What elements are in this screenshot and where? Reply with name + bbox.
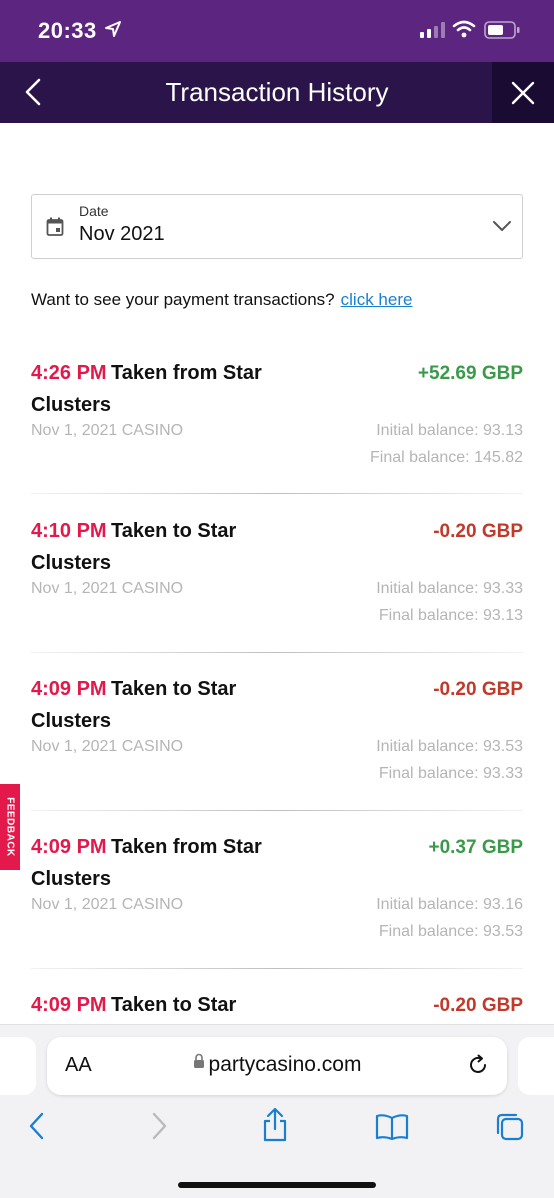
- transaction-amount: +52.69 GBP: [417, 363, 523, 384]
- initial-balance: Initial balance: 93.16: [376, 896, 523, 913]
- transaction-amount: -0.20 GBP: [433, 995, 523, 1016]
- transaction-item: 4:26 PM Taken from Star Clusters +52.69 …: [31, 358, 523, 516]
- transaction-amount: -0.20 GBP: [433, 679, 523, 700]
- initial-balance: Initial balance: 93.13: [376, 422, 523, 439]
- close-button[interactable]: [492, 62, 554, 123]
- previous-tab-preview[interactable]: [0, 1037, 36, 1095]
- transaction-meta: Nov 1, 2021 CASINO: [31, 422, 184, 439]
- battery-icon: [484, 21, 520, 44]
- date-label: Date: [79, 203, 109, 219]
- divider: [31, 493, 523, 494]
- transaction-amount: +0.37 GBP: [428, 837, 523, 858]
- payment-prompt-text: Want to see your payment transactions?: [31, 290, 335, 309]
- transaction-amount: -0.20 GBP: [433, 521, 523, 542]
- page-title: Transaction History: [165, 77, 389, 107]
- initial-balance: Initial balance: 93.53: [376, 738, 523, 755]
- transaction-time: 4:10 PM: [31, 520, 107, 542]
- transaction-time: 4:09 PM: [31, 836, 107, 858]
- transaction-item: 4:09 PM Taken to Star Clusters -0.20 GBP…: [31, 674, 523, 832]
- url-text: partycasino.com: [208, 1053, 362, 1076]
- transaction-time: 4:26 PM: [31, 362, 107, 384]
- cellular-signal-icon: [420, 22, 446, 43]
- divider: [31, 652, 523, 653]
- transaction-meta: Nov 1, 2021 CASINO: [31, 580, 184, 597]
- calendar-icon: [46, 217, 64, 242]
- home-indicator: [178, 1182, 376, 1188]
- location-arrow-icon: [104, 20, 122, 43]
- payment-transactions-link[interactable]: click here: [341, 290, 413, 309]
- date-filter-select[interactable]: Date Nov 2021: [31, 194, 523, 259]
- payment-prompt: Want to see your payment transactions? cl…: [31, 290, 412, 310]
- reload-icon[interactable]: [467, 1054, 489, 1081]
- tabs-icon[interactable]: [494, 1111, 526, 1148]
- lock-icon: [193, 1051, 205, 1075]
- divider: [31, 968, 523, 969]
- final-balance: Final balance: 145.82: [370, 449, 523, 466]
- transaction-time: 4:09 PM: [31, 994, 107, 1016]
- feedback-label: FEEDBACK: [4, 797, 16, 857]
- date-value: Nov 2021: [79, 223, 165, 245]
- status-bar: 20:33: [0, 0, 554, 62]
- app-header: Transaction History: [0, 62, 554, 123]
- divider: [31, 810, 523, 811]
- wifi-icon: [452, 20, 476, 43]
- close-icon: [511, 81, 535, 105]
- feedback-tab[interactable]: FEEDBACK: [0, 784, 20, 870]
- transaction-description: Taken to Star: [111, 994, 237, 1016]
- forward-icon[interactable]: [146, 1111, 170, 1146]
- browser-toolbar: AA partycasino.com: [0, 1024, 554, 1198]
- bookmarks-icon[interactable]: [374, 1113, 410, 1146]
- final-balance: Final balance: 93.33: [378, 765, 523, 782]
- final-balance: Final balance: 93.53: [378, 923, 523, 940]
- transaction-item: 4:09 PM Taken from Star Clusters +0.37 G…: [31, 832, 523, 990]
- share-icon[interactable]: [260, 1107, 290, 1148]
- chevron-down-icon: [492, 219, 512, 238]
- next-tab-preview[interactable]: [518, 1037, 554, 1095]
- transaction-meta: Nov 1, 2021 CASINO: [31, 738, 184, 755]
- transaction-item: 4:10 PM Taken to Star Clusters -0.20 GBP…: [31, 516, 523, 674]
- final-balance: Final balance: 93.13: [378, 607, 523, 624]
- status-time: 20:33: [38, 18, 97, 43]
- address-bar[interactable]: AA partycasino.com: [47, 1037, 507, 1095]
- transaction-meta: Nov 1, 2021 CASINO: [31, 896, 184, 913]
- transaction-time: 4:09 PM: [31, 678, 107, 700]
- transaction-item: 4:09 PM Taken to Star -0.20 GBP: [31, 990, 523, 1024]
- back-icon[interactable]: [26, 1111, 50, 1146]
- initial-balance: Initial balance: 93.33: [376, 580, 523, 597]
